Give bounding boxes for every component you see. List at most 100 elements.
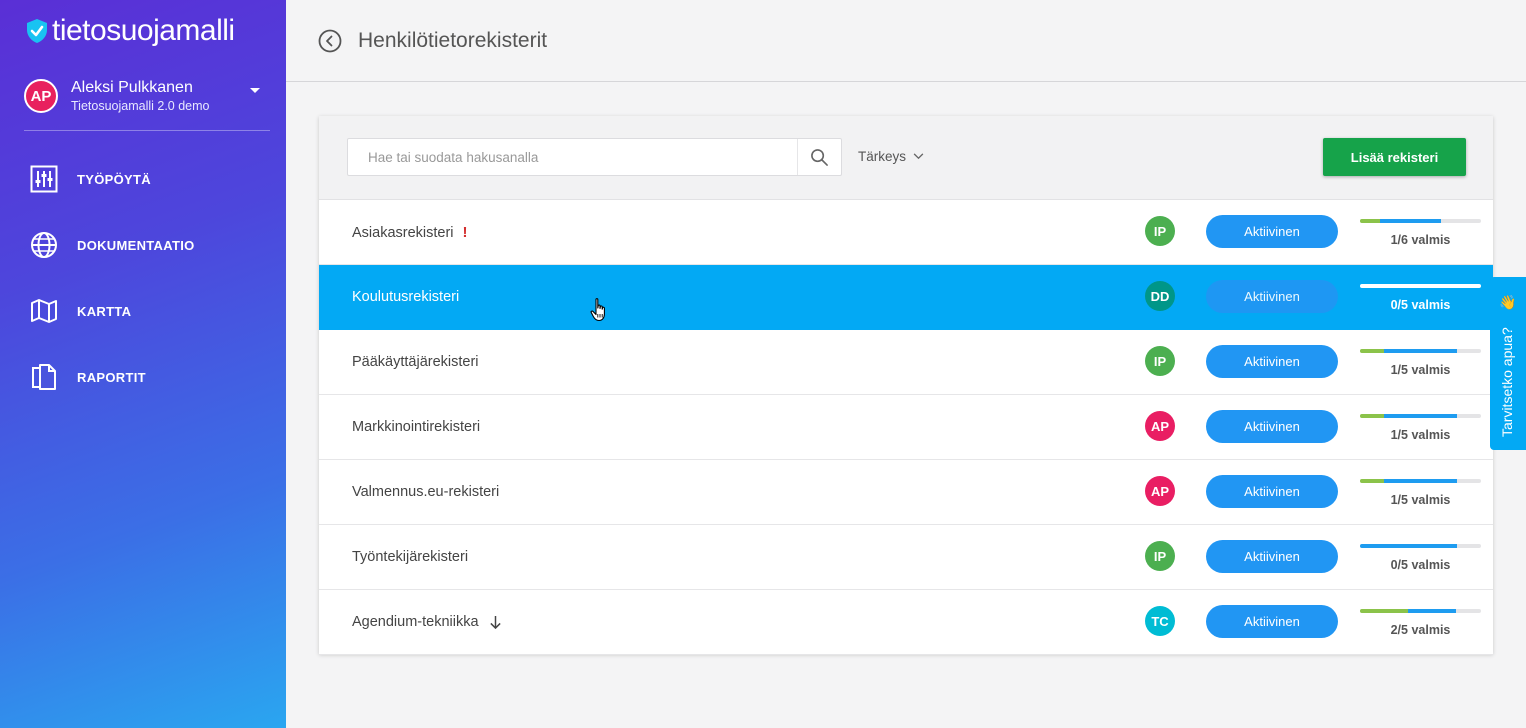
progress-label: 2/5 valmis [1390, 623, 1451, 637]
back-icon[interactable] [318, 29, 342, 53]
progress-bar [1360, 544, 1481, 548]
register-name-cell: Markkinointirekisteri [352, 419, 480, 435]
progress-label: 0/5 valmis [1390, 298, 1451, 312]
owner-avatar: DD [1145, 281, 1175, 311]
arrow-down-icon[interactable] [489, 615, 502, 630]
caret-down-icon [250, 88, 260, 93]
avatar: AP [24, 79, 58, 113]
register-name: Markkinointirekisteri [352, 419, 481, 435]
register-name-cell: Agendium-tekniikka [352, 614, 502, 630]
table-row[interactable]: Valmennus.eu-rekisteri AP Aktiivinen 1/5 va… [319, 460, 1493, 525]
register-name-cell: Koulutusrekisteri [352, 289, 459, 305]
progress-bar [1360, 219, 1481, 223]
table-row[interactable]: Agendium-tekniikka TC Aktiivinen 2/5 valmis [319, 590, 1493, 655]
progress-indicator: 2/5 valmis [1360, 609, 1481, 637]
progress-bar [1360, 284, 1481, 288]
user-menu[interactable]: AP Aleksi Pulkkanen Tietosuojamalli 2.0 … [24, 76, 270, 116]
page-title: Henkilötietorekisterit [358, 29, 548, 52]
progress-active [1360, 544, 1457, 548]
search-box [347, 138, 842, 176]
shield-check-icon [27, 19, 47, 43]
toolbar: Tärkeys Lisää rekisteri [319, 116, 1493, 200]
register-name-cell: Työntekijärekisteri [352, 549, 468, 565]
sidebar-item-label: RAPORTIT [77, 369, 146, 385]
sliders-icon [30, 165, 58, 193]
user-name: Aleksi Pulkkanen [71, 79, 193, 96]
progress-indicator: 0/5 valmis [1360, 284, 1481, 312]
progress-active [1408, 609, 1456, 613]
status-button[interactable]: Aktiivinen [1206, 410, 1338, 443]
page-header: Henkilötietorekisterit [286, 0, 1526, 82]
sidebar-item-dokumentaatio[interactable]: DOKUMENTAATIO [0, 212, 286, 278]
register-name: Pääkäyttäjärekisteri [352, 354, 479, 370]
owner-avatar: AP [1145, 476, 1175, 506]
status-button[interactable]: Aktiivinen [1206, 540, 1338, 573]
logo[interactable]: tietosuojamalli [26, 14, 235, 48]
progress-active [1380, 219, 1441, 223]
logo-text: tietosuojamalli [52, 14, 235, 47]
progress-label: 0/5 valmis [1390, 558, 1451, 572]
sidebar-item-label: KARTTA [77, 303, 132, 319]
progress-done [1360, 219, 1380, 223]
chevron-down-icon [913, 153, 924, 160]
globe-icon [30, 231, 58, 259]
help-label: Tarvitsetko apua? [1499, 327, 1515, 437]
waving-hand-icon: 👋 [1499, 294, 1517, 310]
progress-bar [1360, 609, 1481, 613]
table-row[interactable]: Pääkäyttäjärekisteri IP Aktiivinen 1/5 valm… [319, 330, 1493, 395]
table-row[interactable]: Markkinointirekisteri AP Aktiivinen 1/5 val… [319, 395, 1493, 460]
progress-indicator: 1/6 valmis [1360, 219, 1481, 247]
owner-avatar: TC [1145, 606, 1175, 636]
register-list: Asiakasrekisteri! IP Aktiivinen 1/6 valmis K… [319, 200, 1493, 655]
add-register-button[interactable]: Lisää rekisteri [1323, 138, 1466, 176]
status-button[interactable]: Aktiivinen [1206, 345, 1338, 378]
owner-avatar: IP [1145, 216, 1175, 246]
sidebar-nav: TYÖPÖYTÄ DOKUMENTAATIO KARTTA RAPORTIT [0, 146, 286, 410]
progress-active [1384, 414, 1457, 418]
progress-done [1360, 414, 1384, 418]
map-icon [30, 297, 58, 325]
table-row[interactable]: Asiakasrekisteri! IP Aktiivinen 1/6 valmis [319, 200, 1493, 265]
progress-label: 1/5 valmis [1390, 493, 1451, 507]
register-list-card: Tärkeys Lisää rekisteri Asiakasrekisteri… [319, 116, 1493, 655]
progress-label: 1/5 valmis [1390, 363, 1451, 377]
importance-filter[interactable]: Tärkeys [858, 149, 924, 164]
register-name-cell: Asiakasrekisteri! [352, 224, 468, 241]
progress-label: 1/5 valmis [1390, 428, 1451, 442]
sidebar-item-tyopoyta[interactable]: TYÖPÖYTÄ [0, 146, 286, 212]
documents-icon [30, 363, 58, 391]
table-row[interactable]: Koulutusrekisteri DD Aktiivinen 0/5 valmis [319, 265, 1493, 330]
owner-avatar: AP [1145, 411, 1175, 441]
important-flag-icon: ! [462, 224, 468, 241]
progress-done [1360, 609, 1408, 613]
user-organization: Tietosuojamalli 2.0 demo [71, 99, 210, 113]
search-icon[interactable] [797, 139, 841, 175]
owner-avatar: IP [1145, 541, 1175, 571]
search-input[interactable] [348, 139, 788, 175]
help-tab[interactable]: 👋 Tarvitsetko apua? [1490, 277, 1526, 450]
status-button[interactable]: Aktiivinen [1206, 605, 1338, 638]
sidebar-divider [24, 130, 270, 131]
progress-bar [1360, 349, 1481, 353]
status-button[interactable]: Aktiivinen [1206, 475, 1338, 508]
progress-bar [1360, 414, 1481, 418]
sidebar-item-kartta[interactable]: KARTTA [0, 278, 286, 344]
register-name: Agendium-tekniikka [352, 614, 479, 630]
register-name: Valmennus.eu-rekisteri [352, 484, 500, 500]
progress-done [1360, 349, 1384, 353]
status-button[interactable]: Aktiivinen [1206, 280, 1338, 313]
sidebar-item-raportit[interactable]: RAPORTIT [0, 344, 286, 410]
owner-avatar: IP [1145, 346, 1175, 376]
table-row[interactable]: Työntekijärekisteri IP Aktiivinen 0/5 valmi… [319, 525, 1493, 590]
sidebar-item-label: DOKUMENTAATIO [77, 237, 195, 253]
filter-label: Tärkeys [858, 149, 907, 164]
progress-indicator: 1/5 valmis [1360, 479, 1481, 507]
register-name-cell: Pääkäyttäjärekisteri [352, 354, 479, 370]
progress-label: 1/6 valmis [1390, 233, 1451, 247]
register-name-cell: Valmennus.eu-rekisteri [352, 484, 499, 500]
progress-done [1360, 479, 1384, 483]
progress-active [1384, 349, 1457, 353]
hand-pointer-icon [590, 298, 605, 322]
status-button[interactable]: Aktiivinen [1206, 215, 1338, 248]
progress-active [1384, 479, 1457, 483]
